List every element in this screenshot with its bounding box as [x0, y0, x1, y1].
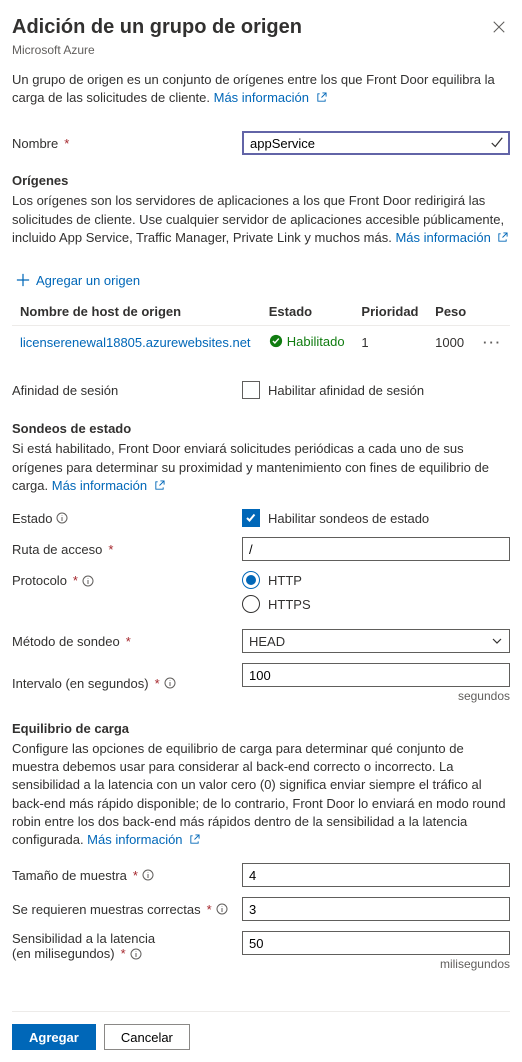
origins-table: Nombre de host de origen Estado Priorida…	[12, 298, 510, 360]
plus-icon	[16, 273, 30, 287]
origin-weight: 1000	[427, 325, 475, 359]
lb-heading: Equilibrio de carga	[12, 721, 510, 736]
latency-unit: milisegundos	[242, 957, 510, 971]
close-icon[interactable]	[488, 16, 510, 41]
affinity-label: Afinidad de sesión	[12, 383, 242, 398]
external-link-icon	[189, 834, 200, 845]
name-label: Nombre*	[12, 136, 242, 151]
probe-path-label: Ruta de acceso*	[12, 542, 242, 557]
col-weight: Peso	[427, 298, 475, 326]
probe-interval-input[interactable]	[242, 663, 510, 687]
info-icon[interactable]	[142, 869, 154, 881]
sample-size-input[interactable]	[242, 863, 510, 887]
external-link-icon	[316, 92, 327, 103]
probe-status-label: Estado	[12, 511, 242, 526]
protocol-http-radio[interactable]	[242, 571, 260, 589]
table-row: licenserenewal18805.azurewebsites.net Ha…	[12, 325, 510, 359]
info-icon[interactable]	[164, 677, 176, 689]
lb-desc: Configure las opciones de equilibrio de …	[12, 740, 510, 849]
origins-link[interactable]: Más información	[395, 230, 508, 245]
successful-samples-input[interactable]	[242, 897, 510, 921]
col-host: Nombre de host de origen	[12, 298, 261, 326]
row-more-button[interactable]: ···	[483, 335, 502, 350]
probes-heading: Sondeos de estado	[12, 421, 510, 436]
intro-text: Un grupo de origen es un conjunto de orí…	[12, 71, 510, 107]
col-priority: Prioridad	[353, 298, 427, 326]
info-icon[interactable]	[130, 948, 142, 960]
probe-interval-label: Intervalo (en segundos)*	[12, 676, 242, 691]
affinity-checkbox[interactable]	[242, 381, 260, 399]
panel-title: Adición de un grupo de origen	[12, 16, 302, 39]
latency-input[interactable]	[242, 931, 510, 955]
latency-label: Sensibilidad a la latencia (en milisegun…	[12, 931, 242, 961]
info-icon[interactable]	[56, 512, 68, 524]
add-origin-button[interactable]: Agregar un origen	[12, 267, 144, 294]
status-enabled: Habilitado	[269, 334, 345, 349]
protocol-http-label: HTTP	[268, 573, 302, 588]
probe-path-input[interactable]	[242, 537, 510, 561]
interval-unit: segundos	[242, 689, 510, 703]
origins-heading: Orígenes	[12, 173, 510, 188]
probe-method-label: Método de sondeo*	[12, 634, 242, 649]
protocol-https-label: HTTPS	[268, 597, 311, 612]
sample-size-label: Tamaño de muestra*	[12, 868, 242, 883]
lb-link[interactable]: Más información	[87, 832, 200, 847]
cancel-button[interactable]: Cancelar	[104, 1024, 190, 1050]
origin-host-link[interactable]: licenserenewal18805.azurewebsites.net	[20, 335, 251, 350]
panel-subtitle: Microsoft Azure	[12, 43, 510, 57]
probe-method-select[interactable]: HEAD	[242, 629, 510, 653]
protocol-https-radio[interactable]	[242, 595, 260, 613]
add-button[interactable]: Agregar	[12, 1024, 96, 1050]
affinity-check-label: Habilitar afinidad de sesión	[268, 383, 424, 398]
probes-desc: Si está habilitado, Front Door enviará s…	[12, 440, 510, 495]
external-link-icon	[154, 480, 165, 491]
probe-enable-checkbox[interactable]	[242, 509, 260, 527]
probes-link[interactable]: Más información	[52, 478, 165, 493]
info-icon[interactable]	[82, 575, 94, 587]
info-icon[interactable]	[216, 903, 228, 915]
successful-samples-label: Se requieren muestras correctas*	[12, 902, 242, 917]
probe-protocol-label: Protocolo*	[12, 571, 242, 588]
intro-link[interactable]: Más información	[214, 90, 327, 105]
check-circle-icon	[269, 334, 283, 348]
probe-enable-label: Habilitar sondeos de estado	[268, 511, 429, 526]
external-link-icon	[497, 232, 508, 243]
chevron-down-icon	[491, 635, 503, 647]
col-status: Estado	[261, 298, 354, 326]
origins-desc: Los orígenes son los servidores de aplic…	[12, 192, 510, 247]
origin-priority: 1	[353, 325, 427, 359]
name-input[interactable]	[242, 131, 510, 155]
